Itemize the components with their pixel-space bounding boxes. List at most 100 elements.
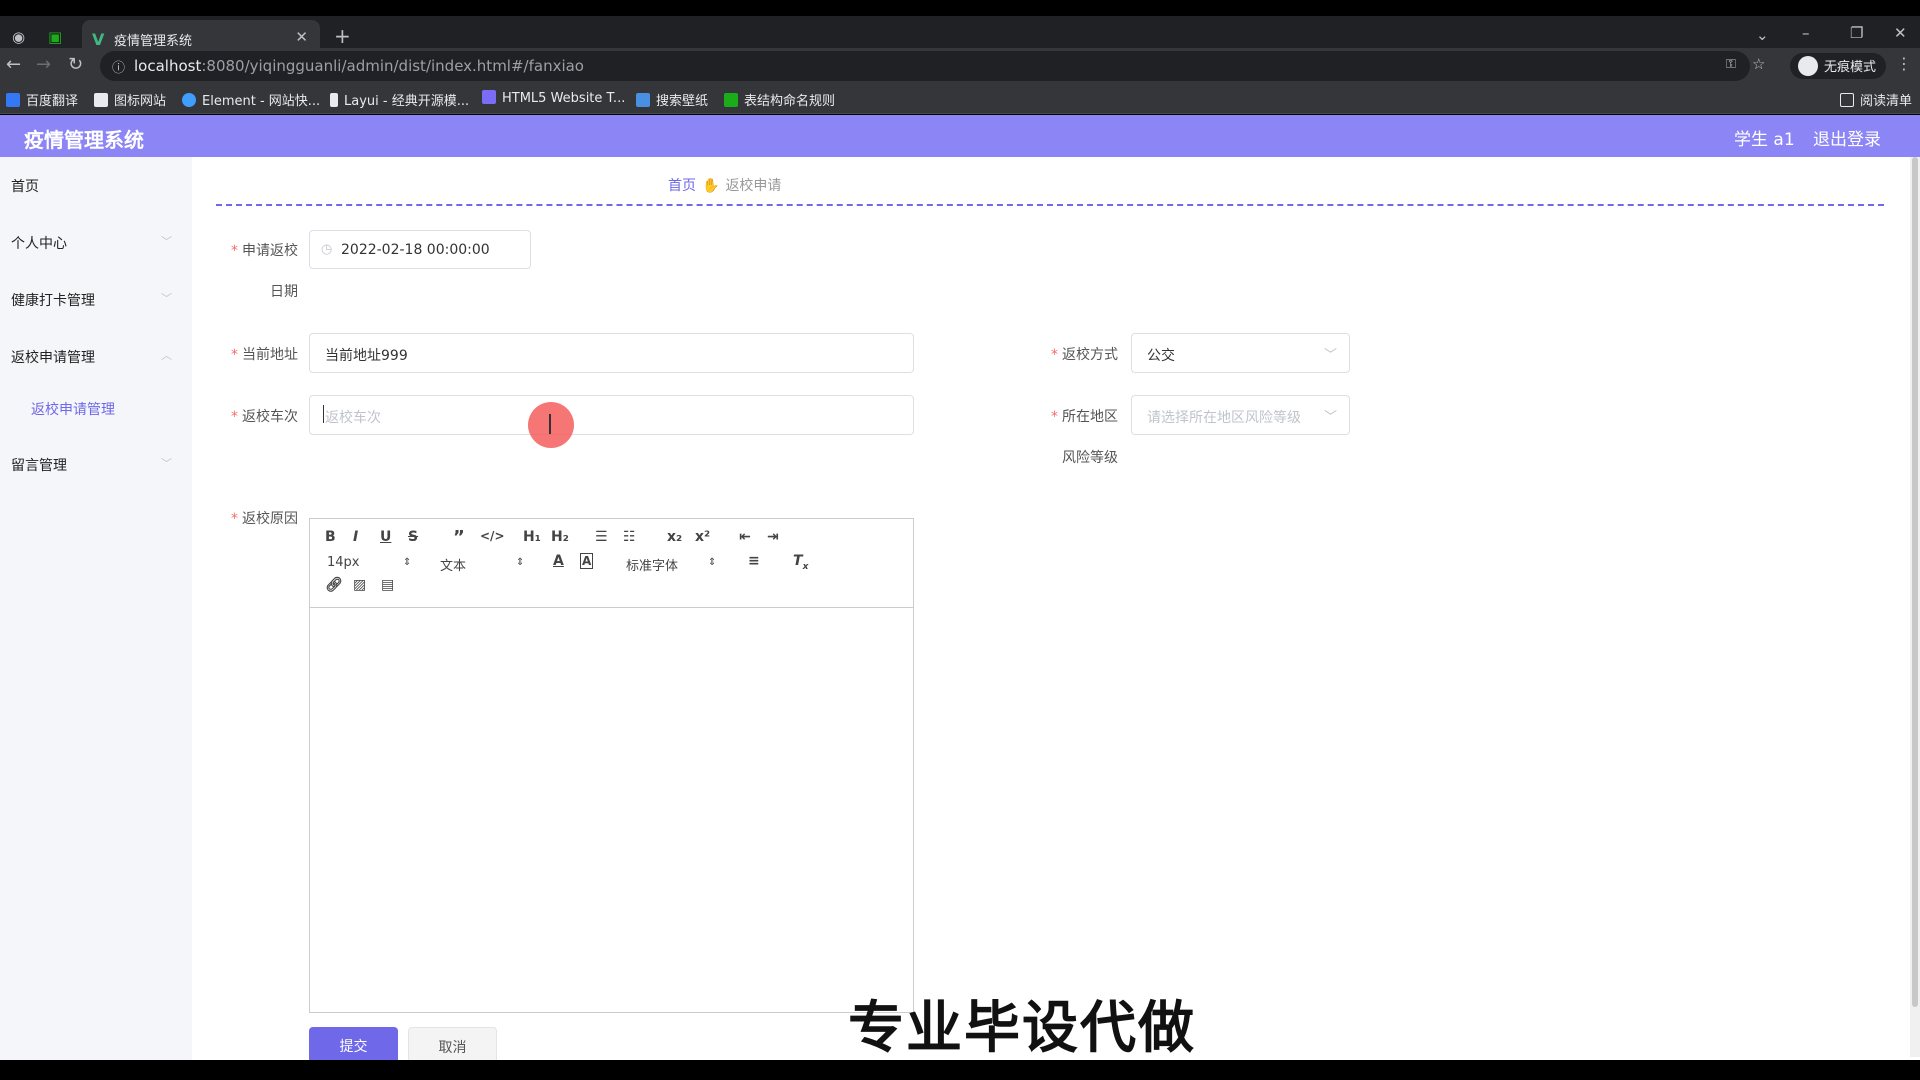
- tab-title: 疫情管理系统: [114, 34, 193, 49]
- h2-icon[interactable]: H₂: [551, 529, 569, 545]
- region-label-2: 风险等级: [1062, 450, 1118, 466]
- reading-list[interactable]: 阅读清单: [1840, 90, 1912, 109]
- updown-icon: ⇕: [708, 557, 717, 568]
- outdent-icon[interactable]: ⇤: [739, 529, 751, 545]
- incognito-badge[interactable]: 无痕模式: [1790, 53, 1887, 79]
- app-brand: 疫情管理系统: [24, 128, 144, 152]
- bookmark-0[interactable]: 百度翻译: [6, 90, 78, 109]
- h1-icon[interactable]: H₁: [523, 529, 541, 545]
- menu-dots-icon[interactable]: ⋮: [1896, 54, 1912, 73]
- breadcrumb-current: 返校申请: [725, 178, 782, 194]
- sidebar-item-health[interactable]: 健康打卡管理 ﹀: [11, 290, 172, 310]
- bookmark-2[interactable]: Element - 网站快...: [182, 90, 320, 109]
- font-family-select[interactable]: 标准字体 ⇕: [626, 555, 716, 574]
- apply-date-picker[interactable]: ◷ 2022-02-18 00:00:00: [309, 230, 531, 269]
- bookmark-1[interactable]: 图标网站: [94, 90, 166, 109]
- italic-icon[interactable]: I: [353, 529, 358, 545]
- chevron-down-icon: ﹀: [1323, 348, 1337, 363]
- apply-date-label-2: 日期: [270, 284, 298, 300]
- bookmarks-bar: 百度翻译 图标网站 Element - 网站快... Layui - 经典开源模…: [0, 84, 1920, 114]
- font-color-icon[interactable]: A: [553, 553, 564, 569]
- page-scrollbar[interactable]: [1910, 157, 1920, 1057]
- subscript-icon[interactable]: x₂: [667, 529, 682, 545]
- url-field[interactable]: ⓘ localhost:8080/yiqingguanli/admin/dist…: [100, 51, 1765, 81]
- sidebar-item-home[interactable]: 首页: [11, 176, 39, 196]
- bookmark-3[interactable]: Layui - 经典开源模...: [330, 90, 469, 109]
- method-select[interactable]: 公交 ﹀: [1131, 333, 1350, 373]
- address-field[interactable]: 当前地址999: [309, 333, 914, 373]
- updown-icon: ⇕: [516, 557, 525, 568]
- divider: [216, 204, 1884, 206]
- chevron-down-icon: ﹀: [1323, 410, 1337, 425]
- rich-text-editor[interactable]: B I U S ” </> H₁ H₂ ☰ ☷ x₂ x² ⇤ ⇥ 14px ⇕ …: [309, 518, 914, 1013]
- background-color-icon[interactable]: A: [580, 553, 594, 569]
- bottom-bar: [0, 1060, 1920, 1080]
- close-window-icon[interactable]: ✕: [1894, 24, 1907, 42]
- align-icon[interactable]: ≡: [748, 553, 760, 569]
- breadcrumb: 首页 ✋ 返校申请: [668, 175, 781, 195]
- click-indicator: [528, 402, 574, 448]
- tab-search-icon[interactable]: ⌄: [1756, 26, 1769, 44]
- header-select[interactable]: 文本 ⇕: [440, 555, 524, 574]
- sidebar-item-return[interactable]: 返校申请管理 ︿: [11, 347, 172, 367]
- chevron-up-icon: ︿: [161, 349, 172, 362]
- ordered-list-icon[interactable]: ☰: [595, 529, 608, 545]
- sidebar-item-messages[interactable]: 留言管理 ﹀: [11, 455, 172, 475]
- watermark-text: 专业毕设代做: [848, 996, 1196, 1061]
- text-caret: [323, 405, 324, 423]
- clear-format-icon[interactable]: Tx: [793, 553, 808, 572]
- underline-icon[interactable]: U: [380, 529, 391, 545]
- apply-date-label: * 申请返校: [231, 243, 298, 259]
- link-icon[interactable]: 🔗︎: [325, 577, 343, 593]
- bold-icon[interactable]: B: [325, 529, 336, 545]
- editor-toolbar: B I U S ” </> H₁ H₂ ☰ ☷ x₂ x² ⇤ ⇥ 14px ⇕ …: [310, 519, 913, 608]
- font-size-select[interactable]: 14px ⇕: [327, 555, 411, 570]
- quote-icon[interactable]: ”: [453, 527, 465, 548]
- video-icon[interactable]: ▤: [381, 577, 394, 593]
- sidebar: 首页 个人中心 ﹀ 健康打卡管理 ﹀ 返校申请管理 ︿ 返校申请管理 留言管理 ﹀: [0, 157, 192, 1060]
- bookmark-star-icon[interactable]: ☆: [1752, 55, 1765, 73]
- reload-icon[interactable]: ↻: [68, 54, 83, 75]
- restore-icon[interactable]: ❐: [1850, 24, 1863, 42]
- code-icon[interactable]: </>: [480, 529, 505, 543]
- browser-logo-icon: ◉: [12, 28, 26, 46]
- key-icon[interactable]: ⚿: [1726, 57, 1736, 72]
- indent-icon[interactable]: ⇥: [767, 529, 779, 545]
- url-text: localhost:8080/yiqingguanli/admin/dist/i…: [134, 57, 584, 75]
- chevron-down-icon: ﹀: [161, 457, 172, 470]
- back-icon[interactable]: ←: [6, 54, 21, 75]
- reason-label: * 返校原因: [231, 511, 298, 527]
- bookmark-5[interactable]: 搜索壁纸: [636, 90, 708, 109]
- site-info-icon[interactable]: ⓘ: [112, 57, 125, 76]
- sidebar-item-personal[interactable]: 个人中心 ﹀: [11, 233, 172, 253]
- bookmark-6[interactable]: 表结构命名规则: [724, 90, 835, 109]
- train-field[interactable]: 返校车次: [309, 395, 914, 435]
- forward-icon[interactable]: →: [36, 54, 51, 75]
- region-select[interactable]: 请选择所在地区风险等级 ﹀: [1131, 395, 1350, 435]
- close-tab-icon[interactable]: ✕: [295, 28, 308, 46]
- logout-link[interactable]: 退出登录: [1813, 125, 1881, 150]
- chevron-down-icon: ﹀: [161, 235, 172, 248]
- superscript-icon[interactable]: x²: [695, 529, 710, 545]
- hand-icon: ✋: [702, 178, 720, 194]
- region-label: * 所在地区: [1051, 409, 1118, 425]
- browser-address-bar: ← → ↻ ⓘ localhost:8080/yiqingguanli/admi…: [0, 48, 1920, 84]
- vue-favicon-icon: V: [92, 30, 105, 49]
- scrollbar-thumb[interactable]: [1912, 157, 1918, 1007]
- ibeam-cursor-icon: [549, 414, 551, 434]
- image-icon[interactable]: ▨: [353, 577, 366, 593]
- method-label: * 返校方式: [1051, 347, 1118, 363]
- bullet-list-icon[interactable]: ☷: [623, 529, 636, 545]
- user-name: 学生 a1: [1734, 130, 1795, 150]
- bookmark-4[interactable]: HTML5 Website T...: [482, 90, 625, 106]
- incognito-icon: [1798, 56, 1818, 76]
- strike-icon[interactable]: S: [408, 529, 418, 545]
- sidebar-subitem-return[interactable]: 返校申请管理: [31, 399, 115, 419]
- chevron-down-icon: ﹀: [161, 292, 172, 305]
- breadcrumb-home[interactable]: 首页: [668, 178, 696, 194]
- updown-icon: ⇕: [403, 557, 412, 568]
- pinned-tab-icon[interactable]: ▣: [48, 28, 62, 46]
- train-label: * 返校车次: [231, 409, 298, 425]
- minimize-icon[interactable]: –: [1802, 24, 1810, 42]
- new-tab-icon[interactable]: +: [334, 24, 351, 48]
